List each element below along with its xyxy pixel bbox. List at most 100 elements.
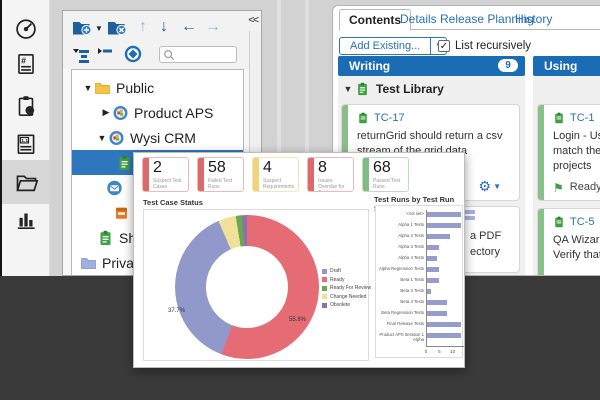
legend-item: Draft: [322, 268, 371, 274]
pie-percent-ready: 55.8%: [289, 317, 306, 323]
pie-percent-draft: 37.7%: [168, 308, 185, 314]
legend-item: Ready: [322, 277, 371, 283]
card-status-bar: [538, 209, 544, 276]
using-label: Using: [544, 59, 577, 73]
bar-3[interactable]: [426, 234, 450, 239]
bar-2[interactable]: [426, 223, 461, 228]
card-status: Ready: [570, 180, 600, 195]
card-tc1[interactable]: TC-1 Login - User match their s projects…: [537, 104, 600, 201]
tree-search-input[interactable]: [159, 46, 237, 63]
tree-node-wysi-crm[interactable]: ▼ Wysi CRM: [72, 125, 243, 150]
locate-item-icon[interactable]: [123, 44, 143, 64]
legend-swatch-icon: [322, 286, 327, 291]
bar-12[interactable]: [426, 333, 461, 338]
stat-color-bar: [143, 158, 149, 191]
legend-label: Ready For Review: [330, 285, 371, 291]
clipboard-green-icon: [97, 230, 114, 246]
bar-4[interactable]: [426, 245, 439, 250]
project-icon: [112, 105, 129, 121]
package-orange-icon: [113, 205, 130, 221]
stat-label: Suspect Test Cases: [153, 178, 186, 190]
caret-down-icon[interactable]: ▼: [82, 83, 94, 93]
legend-swatch-icon: [322, 294, 327, 299]
writing-label: Writing: [349, 59, 390, 73]
tree-node-product-aps[interactable]: ▶ Product APS: [72, 100, 243, 125]
move-left-button[interactable]: ←: [181, 19, 197, 35]
bar-7[interactable]: [426, 278, 439, 283]
caret-down-icon[interactable]: ▼: [96, 133, 108, 143]
card-id-link[interactable]: TC-17: [374, 112, 405, 124]
card-id-link[interactable]: TC-1: [570, 112, 594, 124]
stat-value: 4: [263, 159, 272, 177]
card-text-fragment: a PDF: [470, 229, 501, 245]
card-actions-gear[interactable]: ⚙▼: [479, 178, 501, 195]
add-existing-label: Add Existing...: [340, 38, 430, 54]
stat-card-issues-overdue[interactable]: 8 Issues Overdue for Testing: [307, 157, 354, 192]
folder-periwinkle-icon: [80, 255, 97, 271]
move-up-button[interactable]: ↑: [139, 19, 147, 35]
gear-dropdown-caret[interactable]: ▼: [493, 182, 501, 191]
dashboard-gauge-icon[interactable]: [2, 8, 50, 48]
folders-icon[interactable]: [2, 160, 50, 204]
stat-label: Failed Test Runs: [208, 178, 241, 190]
legend-label: Draft: [330, 268, 341, 274]
stat-color-bar: [308, 158, 314, 191]
caret-down-icon[interactable]: ▼: [342, 84, 354, 94]
add-folder-dropdown-caret[interactable]: ▼: [95, 24, 103, 33]
gear-icon[interactable]: ⚙: [479, 178, 492, 195]
expand-all-icon[interactable]: [72, 47, 90, 63]
card-status-bar: [538, 105, 544, 200]
documents-icon[interactable]: 1.1: [2, 124, 50, 164]
move-down-button[interactable]: ↓: [160, 19, 168, 35]
flag-icon: ⚑: [553, 180, 564, 196]
card-tc5[interactable]: TC-5 QA Wizard F Verify that th: [537, 208, 600, 276]
legend-item: Obsolete: [322, 302, 371, 308]
card-assignee: Not assigned: [553, 200, 600, 201]
bar-category-label: Alpha 4 Tests: [378, 255, 424, 260]
stat-color-bar: [253, 158, 259, 191]
stat-label: Suspect Requirements: [263, 178, 296, 190]
legend-swatch-icon: [322, 277, 327, 282]
add-existing-button[interactable]: Add Existing... ▼: [339, 37, 447, 55]
remove-folder-button[interactable]: [107, 19, 129, 37]
bar-10[interactable]: [426, 311, 447, 316]
stat-card-suspect-requirements[interactable]: 4 Suspect Requirements: [252, 157, 299, 192]
card-id-link[interactable]: TC-5: [570, 216, 594, 228]
card-text-fragment: ectory: [470, 245, 501, 261]
stat-card-failed-test-runs[interactable]: 58 Failed Test Runs: [197, 157, 244, 192]
bar-11[interactable]: [426, 322, 461, 327]
test-library-section[interactable]: ▼ Test Library: [342, 82, 444, 96]
work-items-icon[interactable]: #: [2, 44, 50, 84]
test-case-icon: [553, 112, 565, 124]
clipboard-green-icon: [116, 155, 133, 171]
tree-node-label: Wysi CRM: [130, 130, 196, 146]
tree-node-public[interactable]: ▼ Public: [72, 75, 243, 100]
tab-history[interactable]: History: [506, 9, 561, 30]
card-id-row: TC-5: [553, 216, 594, 228]
bar-5[interactable]: [426, 256, 437, 261]
reports-icon[interactable]: [2, 200, 50, 240]
collapse-tree-button[interactable]: <<: [248, 15, 258, 26]
bar-category-label: Beta Regression Tests: [378, 310, 424, 315]
add-folder-button[interactable]: [72, 19, 94, 37]
stat-value: 2: [153, 159, 162, 177]
stat-value: 58: [208, 159, 226, 177]
stat-label: Issues Overdue for Testing: [318, 178, 351, 192]
bar-9[interactable]: [426, 300, 447, 305]
envelope-blue-icon: [106, 180, 123, 196]
bar-category-label: Product APS Iteration 1 Alpha: [378, 332, 424, 342]
bar-6[interactable]: [426, 267, 439, 272]
using-column-header[interactable]: Using: [533, 56, 600, 76]
bar-1[interactable]: [426, 212, 461, 217]
list-recursively-checkbox[interactable]: ✓: [438, 40, 450, 52]
stat-card-passed-test-runs[interactable]: 68 Passed Test Runs: [362, 157, 409, 192]
caret-right-icon[interactable]: ▶: [100, 107, 112, 118]
collapse-all-icon[interactable]: [97, 47, 113, 59]
stat-card-suspect-test-cases[interactable]: 2 Suspect Test Cases: [142, 157, 189, 192]
test-case-icon: [357, 112, 369, 124]
writing-column-header[interactable]: Writing 9: [338, 56, 525, 76]
svg-text:#: #: [21, 55, 26, 65]
test-management-icon[interactable]: [2, 86, 50, 126]
pie-legend: DraftReadyReady For ReviewChange NeededO…: [322, 268, 371, 311]
move-right-button[interactable]: →: [205, 19, 221, 35]
